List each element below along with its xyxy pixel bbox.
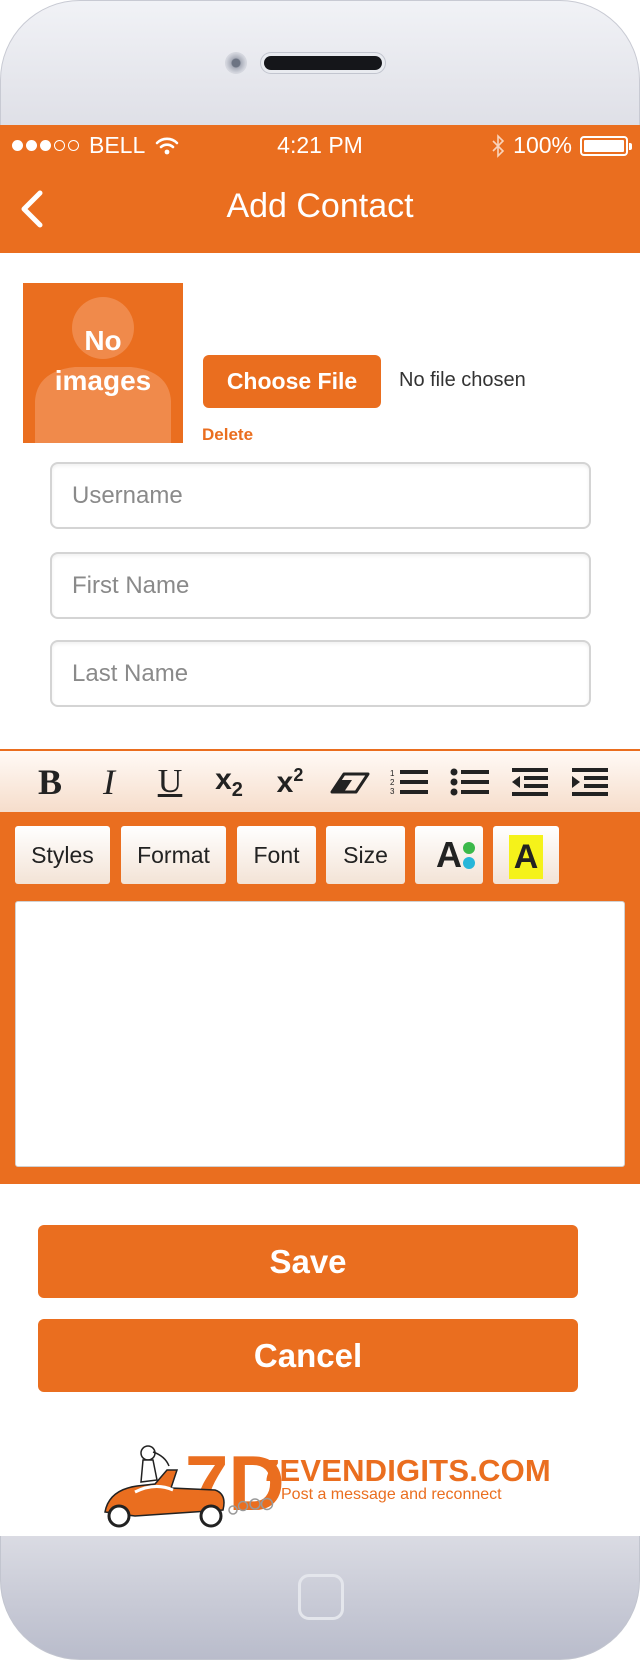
no-images-label: No images [54,325,152,396]
numbered-list-icon[interactable]: 1 2 3 [390,760,430,804]
svg-text:1: 1 [390,769,395,778]
underline-icon[interactable]: U [152,760,188,804]
bluetooth-icon [492,133,505,158]
svg-text:3: 3 [390,787,395,796]
styles-dropdown[interactable]: Styles [15,826,110,884]
format-dropdown[interactable]: Format [121,826,226,884]
text-color-button[interactable]: A [415,826,483,884]
text-color-icon: A [436,826,475,884]
svg-text:2: 2 [390,778,395,787]
outdent-icon[interactable] [510,760,550,804]
battery-percent: 100% [513,132,572,158]
save-button[interactable]: Save [38,1225,578,1298]
username-input[interactable] [50,462,591,529]
brand-name: 7EVENDIGITS.COM [262,1453,551,1488]
indent-icon[interactable] [570,760,610,804]
avatar-placeholder: No images [23,283,183,443]
nav-bar: Add Contact [0,163,640,253]
first-name-input[interactable] [50,552,591,619]
status-bar: BELL 4:21 PM 100% [0,125,640,163]
brand-tagline: Post a message and reconnect [281,1486,502,1503]
camera-icon [225,52,247,74]
phone-top-bezel [0,0,640,125]
editor-panel: Styles Format Font Size A A [0,812,640,1184]
phone-bottom-bezel [0,1536,640,1660]
subscript-icon[interactable]: x2 [208,760,250,804]
italic-icon[interactable]: I [94,760,124,804]
rich-text-area[interactable] [15,901,625,1167]
file-status-text: No file chosen [399,369,526,391]
background-color-button[interactable]: A [493,826,559,884]
size-dropdown[interactable]: Size [326,826,405,884]
delete-link[interactable]: Delete [202,425,253,445]
last-name-input[interactable] [50,640,591,707]
bold-icon[interactable]: B [32,760,68,804]
cancel-button[interactable]: Cancel [38,1319,578,1392]
speaker-grille [264,56,382,70]
home-button[interactable] [298,1574,344,1620]
editor-toolbar: B I U x2 x2 1 2 3 [0,749,640,812]
status-right: 100% [491,132,632,159]
battery-icon [580,135,632,156]
page-title: Add Contact [226,187,414,225]
superscript-icon[interactable]: x2 [272,760,308,804]
highlight-color-icon: A [509,834,543,879]
remove-format-icon[interactable] [328,760,372,804]
bullet-list-icon[interactable] [450,760,490,804]
font-dropdown[interactable]: Font [237,826,316,884]
choose-file-button[interactable]: Choose File [203,355,381,408]
